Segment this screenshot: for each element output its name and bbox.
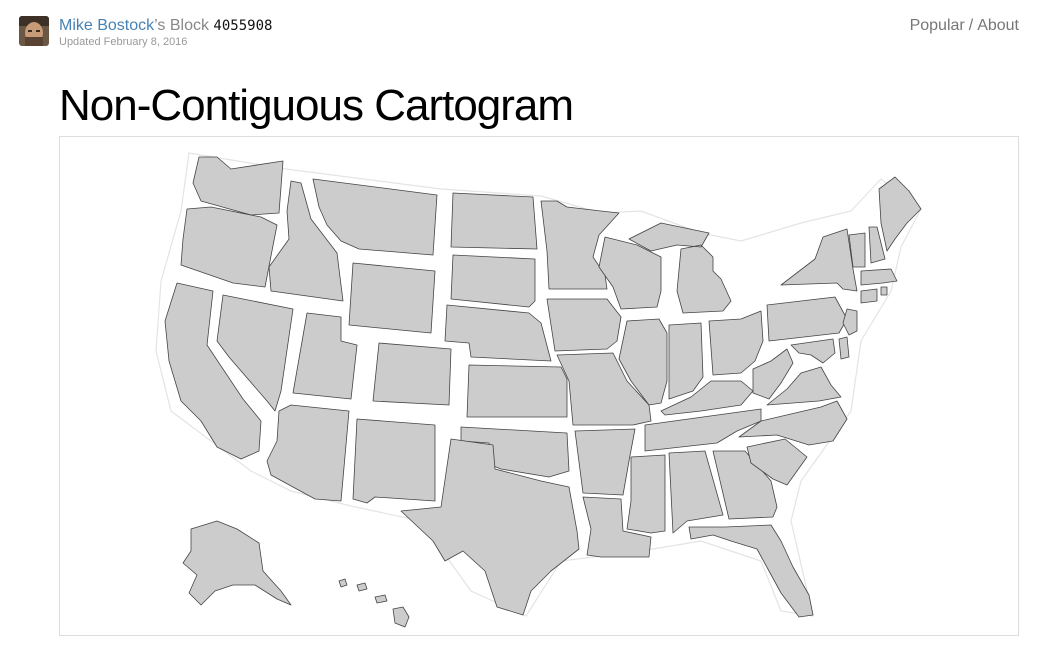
state-utah[interactable] [292,312,358,400]
nav-separator: / [968,17,974,34]
state-arizona[interactable] [266,404,350,502]
top-nav: Popular / About [910,17,1019,35]
user-link[interactable]: Mike Bostock [59,17,154,34]
avatar[interactable] [19,16,49,46]
avatar-image [19,16,49,46]
state-pennsylvania[interactable] [766,296,848,342]
state-massachusetts[interactable] [860,268,898,286]
cartogram-map[interactable] [60,137,1019,636]
block-label: ’s Block [154,17,214,34]
popular-link[interactable]: Popular [910,17,965,34]
state-montana[interactable] [312,178,438,256]
state-maine[interactable] [878,176,922,252]
state-florida[interactable] [688,524,814,618]
state-alabama[interactable] [668,450,724,534]
state-new-mexico[interactable] [352,418,436,504]
state-hawaii[interactable] [338,578,410,628]
state-kansas[interactable] [466,364,568,418]
state-tennessee[interactable] [644,408,762,452]
state-delaware[interactable] [838,336,850,360]
state-colorado[interactable] [372,342,452,406]
about-link[interactable]: About [977,17,1019,34]
gist-id-link[interactable]: 4055908 [213,18,272,34]
state-arkansas[interactable] [574,428,636,496]
block-header: Mike Bostock’s Block 4055908 Updated Feb… [59,16,272,48]
state-alaska[interactable] [182,520,292,606]
state-north-dakota[interactable] [450,192,538,250]
page-title: Non-Contiguous Cartogram [59,81,574,130]
state-maryland[interactable] [790,338,836,364]
state-iowa[interactable] [546,298,622,352]
state-new-jersey[interactable] [842,308,858,336]
updated-date: Updated February 8, 2016 [59,36,188,48]
state-connecticut[interactable] [860,288,878,304]
state-new-hampshire[interactable] [868,226,886,264]
state-ohio[interactable] [708,310,764,376]
state-nebraska[interactable] [444,304,552,362]
state-wyoming[interactable] [348,262,436,334]
state-oregon[interactable] [180,206,278,288]
state-rhode-island[interactable] [880,286,888,296]
state-indiana[interactable] [668,322,704,400]
state-mississippi[interactable] [626,454,666,534]
state-new-york[interactable] [780,228,858,292]
block-title-line: Mike Bostock’s Block 4055908 [59,16,272,36]
state-south-dakota[interactable] [450,254,536,308]
state-washington[interactable] [192,156,284,216]
map-frame[interactable] [59,136,1019,636]
